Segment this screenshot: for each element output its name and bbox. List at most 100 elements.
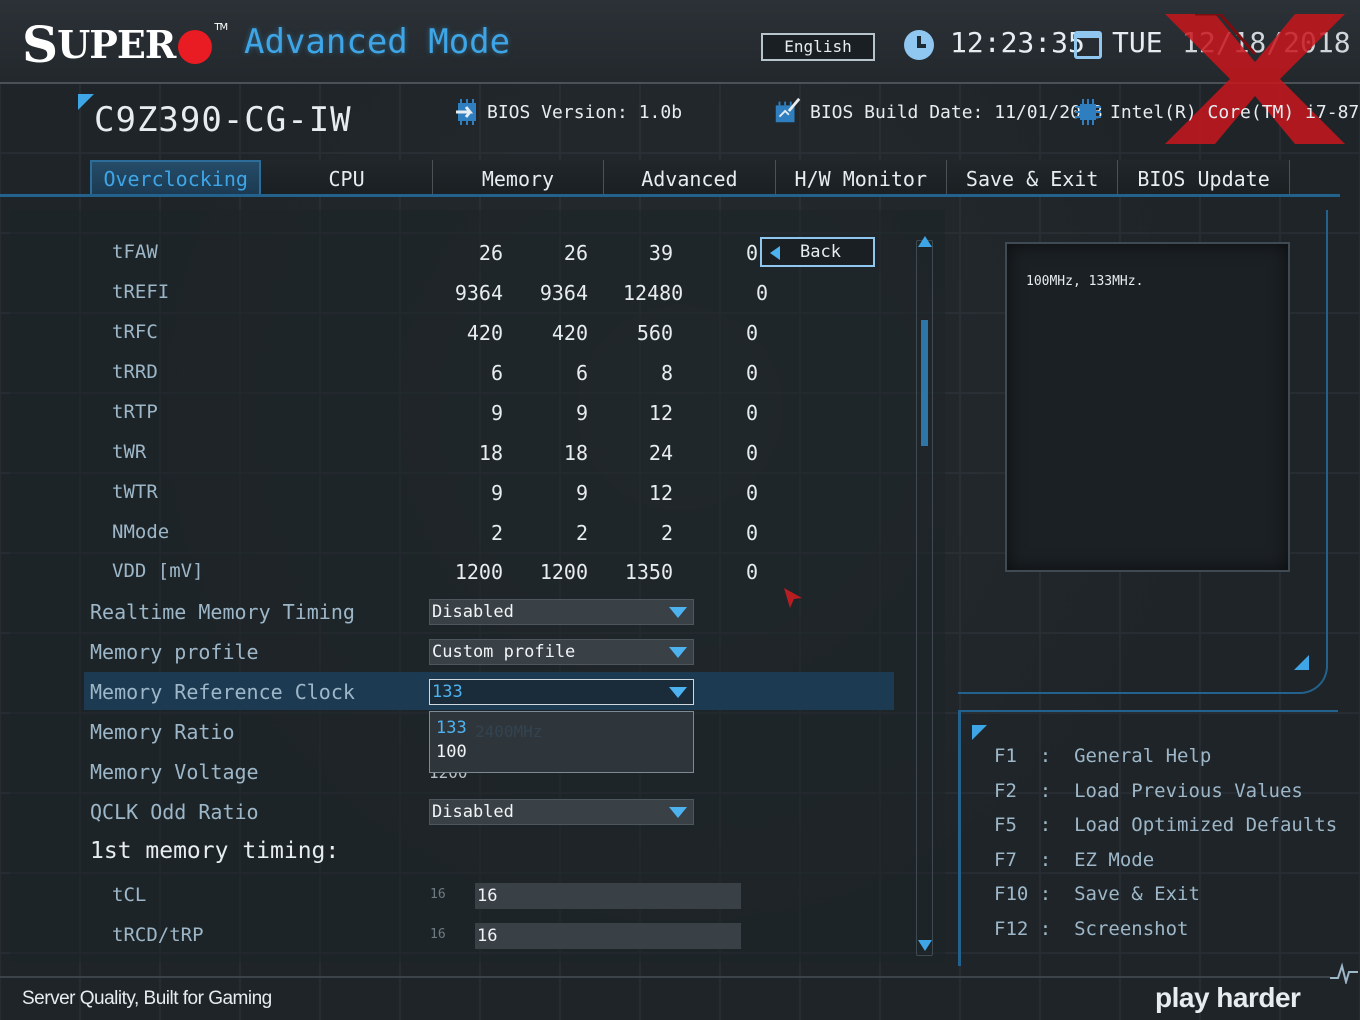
hotkey-key: F10 bbox=[994, 883, 1029, 905]
timing-value: 1200 bbox=[539, 560, 588, 584]
timing-value: 0 bbox=[745, 321, 758, 345]
hotkey-desc: General Help bbox=[1074, 745, 1212, 767]
hotkey-key: F2 bbox=[994, 780, 1017, 802]
timing-value: 12480 bbox=[623, 281, 684, 305]
hotkey-key: F1 bbox=[994, 745, 1017, 767]
hotkey-key: F5 bbox=[994, 814, 1017, 836]
scroll-up-arrow-icon[interactable] bbox=[918, 236, 932, 247]
timing-value: 26 bbox=[563, 241, 588, 265]
hotkey-separator: : bbox=[1016, 814, 1075, 836]
timing-value: 2 bbox=[490, 521, 503, 545]
tcl-label: tCL bbox=[112, 884, 147, 906]
timing-value: 1350 bbox=[624, 560, 673, 584]
footer-divider bbox=[0, 976, 1330, 978]
qclk-odd-ratio-select[interactable]: Disabled bbox=[429, 799, 694, 825]
hotkey-f10[interactable]: F10 : Save & Exit bbox=[994, 883, 1200, 905]
timing-value: 12 bbox=[648, 401, 673, 425]
select-value: Disabled bbox=[432, 602, 514, 622]
help-description-box bbox=[1005, 242, 1290, 572]
timing-value: 0 bbox=[745, 560, 758, 584]
timing-value: 420 bbox=[551, 321, 588, 345]
tab-overclocking[interactable]: Overclocking bbox=[90, 160, 262, 196]
timing-value: 6 bbox=[575, 361, 588, 385]
hotkey-separator: : bbox=[1016, 780, 1075, 802]
option-133[interactable]: 133 bbox=[436, 718, 467, 738]
memory-reference-clock-select[interactable]: 133 bbox=[429, 679, 694, 705]
timing-label-trefi: tREFI bbox=[112, 281, 170, 303]
tab-memory[interactable]: Memory bbox=[432, 160, 605, 196]
memory-voltage-label: Memory Voltage bbox=[90, 760, 259, 784]
timing-value: 8 bbox=[660, 361, 673, 385]
chevron-down-icon bbox=[669, 687, 687, 698]
logo-rest: UPER bbox=[57, 21, 176, 67]
hotkey-separator: : bbox=[1016, 849, 1075, 871]
scroll-down-arrow-icon[interactable] bbox=[918, 940, 932, 951]
timing-value: 9 bbox=[490, 401, 503, 425]
timing-value: 420 bbox=[466, 321, 503, 345]
memory-profile-select[interactable]: Custom profile bbox=[429, 639, 694, 665]
corner-accent bbox=[78, 94, 94, 110]
timing-value: 1200 bbox=[454, 560, 503, 584]
footer-slogan: Server Quality, Built for Gaming bbox=[22, 988, 272, 1009]
bios-build-icon bbox=[775, 97, 801, 123]
hotkey-f2[interactable]: F2 : Load Previous Values bbox=[994, 780, 1303, 802]
timing-value: 9 bbox=[575, 481, 588, 505]
select-value: 133 bbox=[432, 682, 463, 702]
realtime-memory-timing-select[interactable]: Disabled bbox=[429, 599, 694, 625]
hotkey-f7[interactable]: F7 : EZ Mode bbox=[994, 849, 1154, 871]
tcl-default: 16 bbox=[430, 887, 446, 902]
timing-value: 2 bbox=[575, 521, 588, 545]
trcd-trp-input[interactable]: 16 bbox=[475, 923, 741, 949]
logo-trademark: TM bbox=[214, 22, 228, 33]
hotkey-desc: EZ Mode bbox=[1074, 849, 1155, 871]
reference-clock-options-popup: 133 100 bbox=[429, 711, 694, 773]
timing-value: 2 bbox=[660, 521, 673, 545]
hotkey-f1[interactable]: F1 : General Help bbox=[994, 745, 1211, 767]
tab-hw-monitor[interactable]: H/W Monitor bbox=[775, 160, 947, 196]
corner-accent bbox=[972, 725, 987, 740]
hotkey-key: F12 bbox=[994, 918, 1029, 940]
hotkey-separator: : bbox=[1028, 883, 1075, 905]
timing-value: 0 bbox=[745, 241, 758, 265]
select-value: Custom profile bbox=[432, 642, 576, 662]
logo-initial: S bbox=[22, 14, 58, 74]
logo-red-dot bbox=[178, 30, 213, 64]
hotkey-f12[interactable]: F12 : Screenshot bbox=[994, 918, 1188, 940]
qclk-odd-ratio-label: QCLK Odd Ratio bbox=[90, 800, 259, 824]
timing-label-trtp: tRTP bbox=[112, 401, 158, 423]
timing-label-trrd: tRRD bbox=[112, 361, 158, 383]
tcl-input[interactable]: 16 bbox=[475, 883, 741, 909]
timing-value: 0 bbox=[745, 441, 758, 465]
tab-advanced[interactable]: Advanced bbox=[604, 160, 776, 196]
bios-build-date: BIOS Build Date: 11/01/2018 bbox=[810, 102, 1103, 123]
tab-save-exit[interactable]: Save & Exit bbox=[946, 160, 1119, 196]
timing-label-tfaw: tFAW bbox=[112, 241, 158, 263]
chevron-down-icon bbox=[669, 647, 687, 658]
clock-icon bbox=[904, 30, 934, 60]
mode-title: Advanced Mode bbox=[244, 22, 511, 62]
timing-value: 39 bbox=[648, 241, 673, 265]
hotkey-desc: Save & Exit bbox=[1074, 883, 1200, 905]
bios-chip-arrow-icon bbox=[456, 99, 476, 125]
memory-ratio-value-hidden: 2400MHz bbox=[475, 722, 543, 741]
tab-cpu[interactable]: CPU bbox=[261, 160, 433, 196]
back-arrow-icon bbox=[770, 246, 780, 260]
memory-ratio-label: Memory Ratio bbox=[90, 720, 235, 744]
bios-version: BIOS Version: 1.0b bbox=[487, 102, 683, 123]
cpu-icon bbox=[1075, 99, 1101, 125]
help-description-text: 100MHz, 133MHz. bbox=[1026, 274, 1144, 289]
scrollbar-thumb[interactable] bbox=[921, 320, 928, 446]
system-day: TUE bbox=[1112, 26, 1163, 59]
tab-bios-update[interactable]: BIOS Update bbox=[1118, 160, 1290, 196]
select-value: Disabled bbox=[432, 802, 514, 822]
tab-underline bbox=[0, 194, 1340, 197]
hotkey-desc: Load Optimized Defaults bbox=[1074, 814, 1338, 836]
calendar-icon bbox=[1074, 31, 1102, 59]
corner-accent bbox=[1294, 655, 1309, 670]
language-button[interactable]: English bbox=[761, 33, 875, 61]
back-button[interactable]: Back bbox=[760, 237, 875, 267]
timing-label-trfc: tRFC bbox=[112, 321, 158, 343]
hotkey-f5[interactable]: F5 : Load Optimized Defaults bbox=[994, 814, 1337, 836]
option-100[interactable]: 100 bbox=[436, 742, 467, 762]
chevron-down-icon bbox=[669, 807, 687, 818]
